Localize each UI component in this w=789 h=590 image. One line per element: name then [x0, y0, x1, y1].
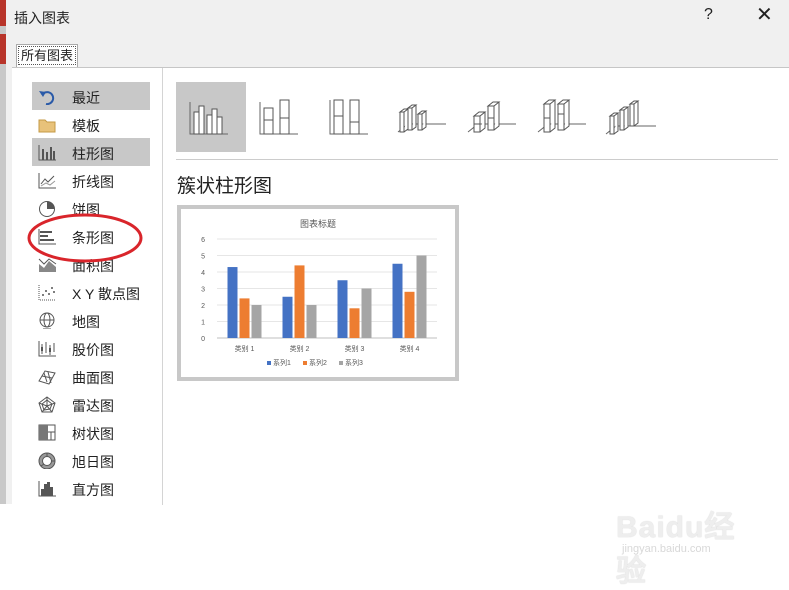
sidebar-item-label: X Y 散点图 — [72, 286, 140, 302]
legend-swatch — [303, 361, 307, 365]
bar — [227, 267, 238, 338]
sidebar-item-label: 最近 — [72, 90, 100, 106]
bar — [239, 298, 250, 338]
preview-chart: 图表标题 0 1 2 3 4 5 6 类别 1 类别 2 类别 3 类别 4 系列1 系列2 系列3 — [201, 218, 437, 367]
baidu-watermark: Baidu经验 jingyan.baidu.com — [616, 502, 766, 588]
bar — [282, 296, 293, 338]
tab-all-charts[interactable]: 所有图表 — [16, 44, 79, 67]
surface-chart-icon — [37, 367, 57, 385]
legend-swatch — [267, 361, 271, 365]
watermark-url: jingyan.baidu.com — [622, 543, 711, 555]
chart-preview[interactable]: 图表标题 0 1 2 3 4 5 6 类别 1 类别 2 类别 3 类别 4 系列1 系列2 系列3 — [177, 205, 459, 381]
sidebar-item[interactable]: 柱形图 — [32, 138, 150, 166]
sidebar-item-label: 模板 — [72, 118, 100, 134]
bar — [392, 263, 403, 338]
column-chart-icon — [37, 143, 57, 161]
undo-arrow-icon — [37, 87, 57, 106]
scatter-chart-icon — [37, 283, 57, 301]
legend-label: 系列3 — [345, 358, 363, 367]
x-tick-label: 类别 2 — [290, 344, 310, 353]
sidebar-item[interactable]: 地图 — [32, 306, 150, 334]
sidebar-item-label: 旭日图 — [72, 454, 114, 470]
treemap-chart-icon — [37, 423, 57, 441]
percent-stacked-column-icon[interactable] — [316, 82, 386, 152]
bar — [294, 265, 305, 338]
3d-stacked-column-icon[interactable] — [456, 82, 526, 152]
y-tick-label: 2 — [201, 303, 205, 310]
x-tick-label: 类别 4 — [400, 344, 420, 353]
sidebar-item-label: 雷达图 — [72, 398, 114, 414]
histogram-chart-icon — [37, 479, 57, 497]
sidebar-item[interactable]: 直方图 — [32, 474, 150, 502]
sidebar-item[interactable]: 模板 — [32, 110, 150, 138]
bar — [349, 308, 360, 338]
bar — [306, 305, 317, 338]
bar — [251, 305, 262, 338]
y-tick-label: 1 — [201, 320, 205, 327]
legend-swatch — [339, 361, 343, 365]
sidebar-item[interactable]: 树状图 — [32, 418, 150, 446]
y-tick-label: 3 — [201, 287, 205, 294]
sidebar-item-label: 曲面图 — [72, 370, 114, 386]
sidebar-item-label: 柱形图 — [72, 146, 114, 162]
3d-clustered-column-icon[interactable] — [386, 82, 456, 152]
sidebar-item[interactable]: X Y 散点图 — [32, 278, 150, 306]
x-tick-label: 类别 1 — [235, 344, 255, 353]
chart-title: 图表标题 — [300, 218, 336, 229]
divider — [176, 159, 778, 160]
sidebar-item[interactable]: 折线图 — [32, 166, 150, 194]
y-tick-label: 6 — [201, 237, 205, 244]
line-chart-icon — [37, 171, 57, 189]
sidebar-item[interactable]: 雷达图 — [32, 390, 150, 418]
legend-label: 系列2 — [309, 358, 327, 367]
sidebar-item-label: 股价图 — [72, 342, 114, 358]
tab-panel: 最近 模板 柱形图 折线图 饼图 条形图 面积图 X Y 散点图 地图 股价图 曲面图 雷达图 树状图旭… — [12, 67, 789, 588]
dialog-title: 插入图表 — [14, 10, 70, 26]
stacked-column-icon[interactable] — [246, 82, 316, 152]
x-tick-label: 类别 3 — [345, 344, 365, 353]
bar — [416, 255, 427, 338]
sidebar-item-label: 树状图 — [72, 426, 114, 442]
radar-chart-icon — [37, 395, 57, 413]
bar — [337, 280, 348, 338]
globe-map-icon — [37, 311, 57, 330]
sidebar-item[interactable]: 旭日图 — [32, 446, 150, 474]
3d-column-icon[interactable] — [596, 82, 666, 152]
clustered-column-icon[interactable] — [176, 82, 246, 152]
divider — [162, 68, 163, 505]
red-circle-annotation — [27, 213, 143, 263]
y-tick-label: 0 — [201, 336, 205, 343]
sidebar-item[interactable]: 最近 — [32, 82, 150, 110]
sidebar-item-label: 地图 — [72, 314, 100, 330]
legend-label: 系列1 — [273, 358, 291, 367]
sunburst-chart-icon — [37, 451, 57, 470]
chart-type-list: 最近 模板 柱形图 折线图 饼图 条形图 面积图 X Y 散点图 地图 股价图 曲面图 雷达图 树状图旭… — [32, 82, 150, 502]
sidebar-item-label: 直方图 — [72, 482, 114, 498]
help-button[interactable]: ? — [704, 6, 713, 24]
tab-strip: 所有图表 — [12, 44, 782, 67]
subtype-title: 簇状柱形图 — [177, 176, 273, 197]
sidebar-item[interactable]: 曲面图 — [32, 362, 150, 390]
y-tick-label: 4 — [201, 270, 205, 277]
sidebar-item-label: 折线图 — [72, 174, 114, 190]
y-tick-label: 5 — [201, 254, 205, 261]
3d-percent-stacked-column-icon[interactable] — [526, 82, 596, 152]
insert-chart-dialog: 插入图表 ? ✕ 所有图表 最近 模板 柱形图 折线图 饼图 条形图 面积图 X Y 散点图地… — [6, 0, 789, 588]
stock-chart-icon — [37, 339, 57, 357]
close-button[interactable]: ✕ — [756, 3, 773, 27]
folder-icon — [37, 115, 57, 133]
sidebar-item[interactable]: 股价图 — [32, 334, 150, 362]
bar — [361, 288, 372, 338]
bar — [404, 291, 415, 338]
